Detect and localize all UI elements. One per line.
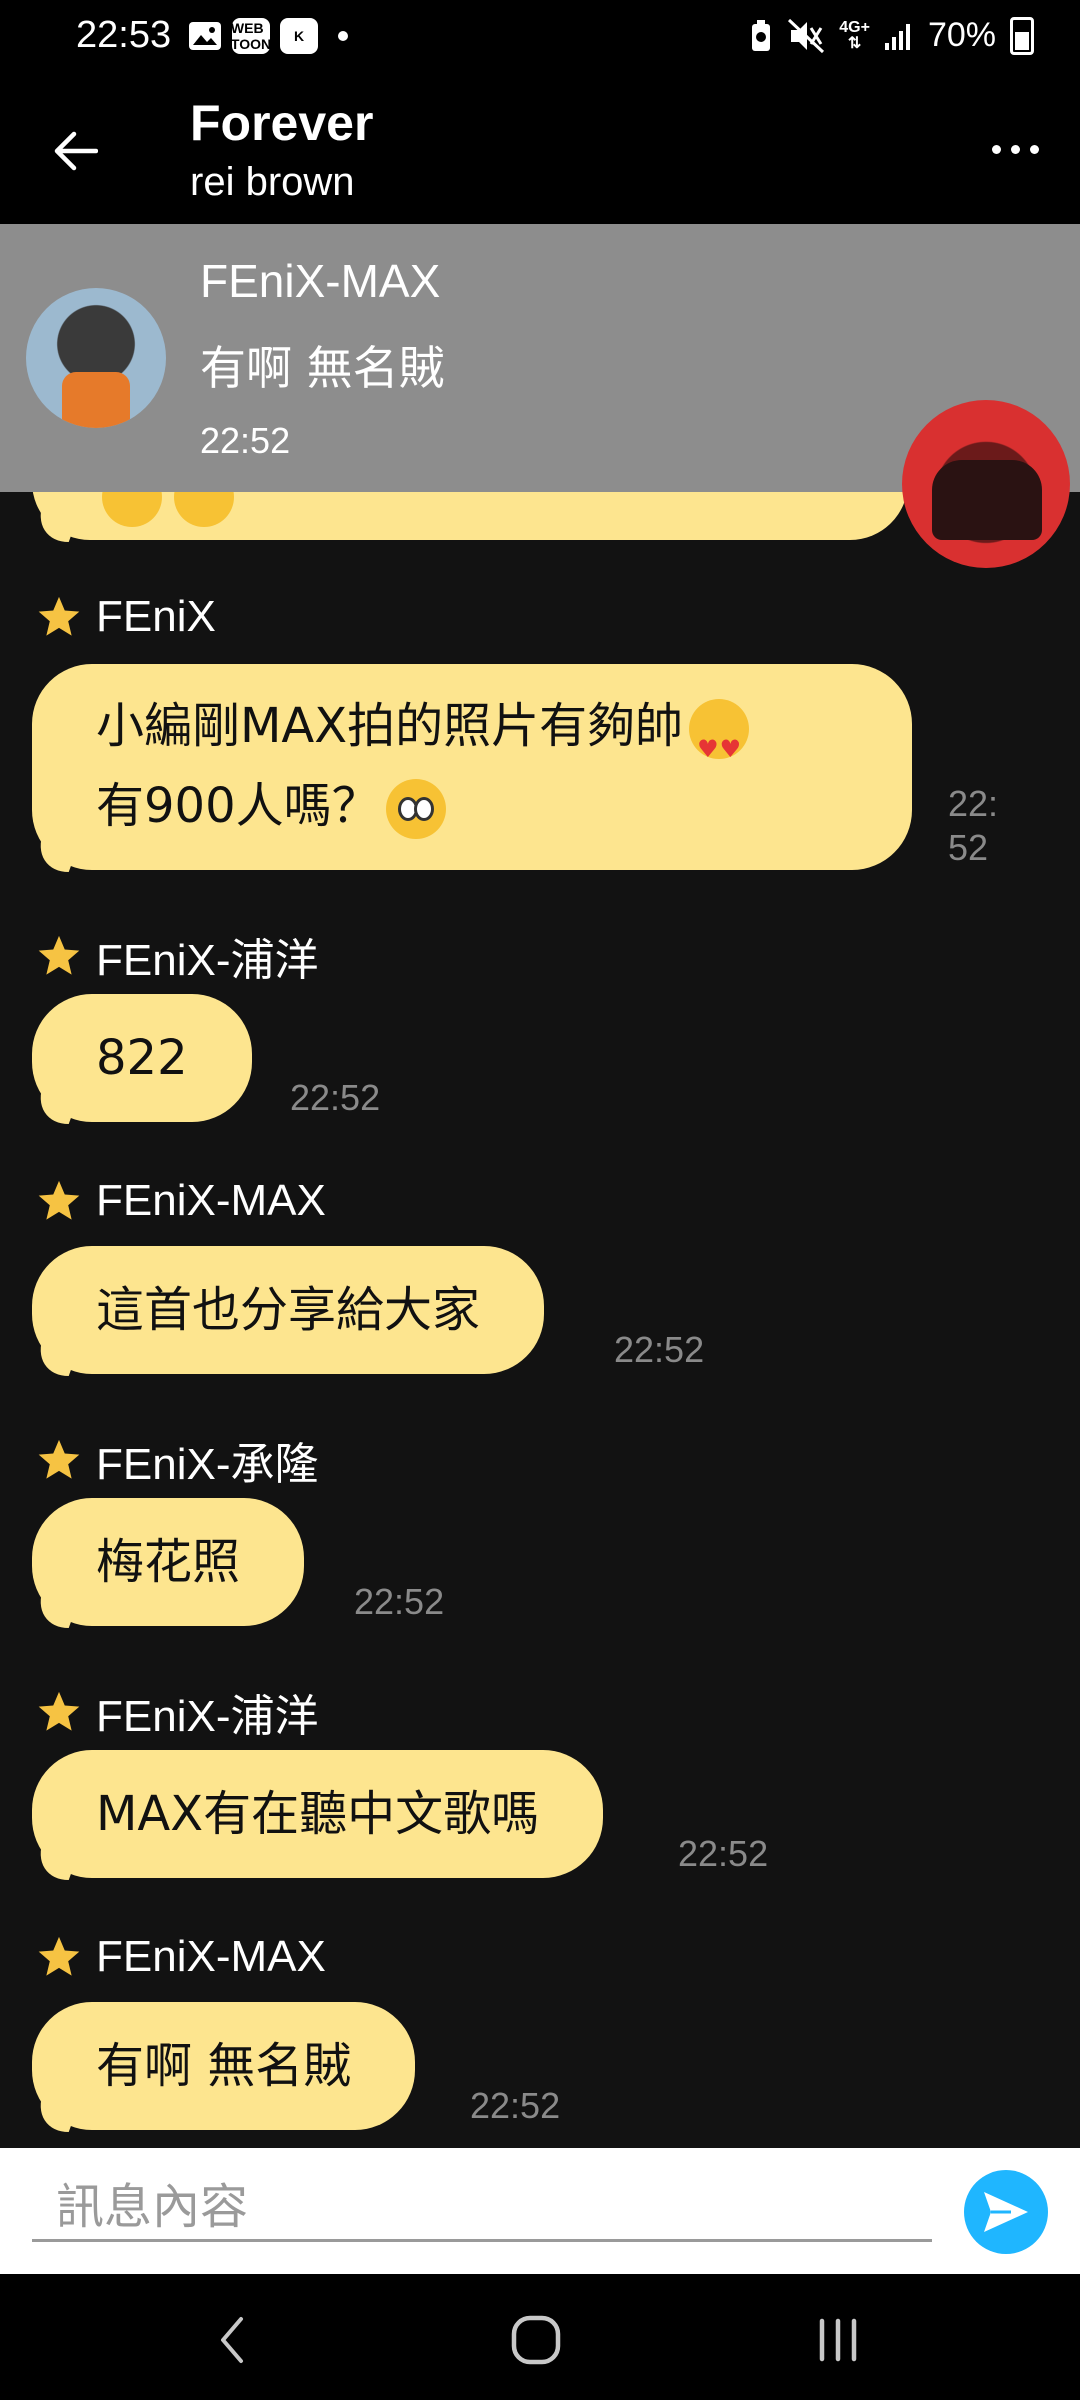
signal-icon (884, 23, 910, 50)
message-sender: FEniX-浦洋 (36, 924, 318, 988)
message-time: 22:52 (354, 1581, 445, 1622)
network-label: 4G+ (839, 18, 870, 36)
message-text: 有900人嗎？ (96, 778, 380, 834)
message-text: 有啊 無名賊 (96, 2038, 352, 2094)
message-bubble[interactable]: 小編剛MAX拍的照片有夠帥 有900人嗎？ (32, 664, 912, 870)
webtoon-icon: WEB TOON (230, 18, 272, 54)
star-icon (38, 935, 80, 975)
message-bubble[interactable]: 梅花照 (32, 1498, 305, 1626)
send-button[interactable] (964, 2170, 1048, 2254)
time-line: 52 (948, 827, 989, 868)
send-icon (984, 2192, 1028, 2232)
k-icon: K (280, 18, 318, 54)
battery-icon (1010, 16, 1034, 55)
chevron-left-icon (221, 2317, 243, 2363)
message-input[interactable] (32, 2174, 932, 2242)
status-system-icons: 4G+ ⇅ 70% (749, 16, 1034, 55)
message-sender: FEniX-MAX (36, 1176, 326, 1226)
dot-icon (1010, 144, 1020, 154)
message-bubble[interactable]: 822 (32, 994, 252, 1122)
pleading-face-emoji-icon (385, 779, 446, 839)
message-text: 822 (96, 1030, 188, 1086)
message-sender: FEniX (36, 592, 216, 642)
battery-saver-icon (752, 19, 771, 51)
sender-name: FEniX-浦洋 (96, 1692, 319, 1741)
arrow-left-icon (54, 131, 98, 171)
star-icon (38, 1439, 80, 1479)
gallery-icon (189, 22, 221, 50)
chat-subtitle: rei brown (190, 160, 355, 204)
star-icon (38, 596, 80, 636)
notification-time: 22:52 (200, 420, 291, 461)
message-text-line: 小編剛MAX拍的照片有夠帥 (96, 686, 848, 789)
status-notification-icons: WEB TOON K (188, 18, 348, 54)
chat-title: Forever (190, 95, 374, 151)
notification-sender: FEniX-MAX (200, 255, 441, 307)
battery-percent: 70% (927, 16, 996, 54)
back-button[interactable] (40, 116, 110, 186)
system-nav-bar (0, 2274, 1080, 2400)
message-text: 梅花照 (96, 1534, 241, 1590)
message-time: 22: 52 (948, 782, 998, 870)
nav-back-button[interactable] (192, 2300, 272, 2380)
star-icon (38, 1691, 80, 1731)
floating-chat-head[interactable] (902, 400, 1070, 568)
sender-name: FEniX-承隆 (96, 1440, 319, 1489)
dot-icon (991, 144, 1001, 154)
message-time: 22:52 (614, 1329, 705, 1370)
message-time: 22:52 (290, 1077, 381, 1118)
message-bubble[interactable]: MAX有在聽中文歌嗎 (32, 1750, 604, 1878)
message-sender: FEniX-MAX (36, 1932, 326, 1982)
star-icon (38, 1936, 80, 1976)
heart-eyes-emoji-icon (689, 699, 750, 789)
chat-header: Forever rei brown (0, 76, 1080, 224)
nav-recents-button[interactable] (798, 2300, 878, 2380)
more-notifications-dot (338, 31, 348, 41)
message-sender: FEniX-承隆 (36, 1428, 318, 1492)
message-sender: FEniX-浦洋 (36, 1680, 318, 1744)
sender-avatar (26, 288, 166, 428)
status-time: 22:53 (76, 14, 172, 56)
message-bubble[interactable]: 這首也分享給大家 (32, 1246, 545, 1374)
message-input-bar (0, 2148, 1080, 2274)
home-icon (511, 2315, 561, 2365)
message-text: MAX有在聽中文歌嗎 (96, 1786, 540, 1842)
more-options-button[interactable] (980, 124, 1050, 174)
notification-message: 有啊 無名賊 (200, 341, 445, 395)
sender-name: FEniX (96, 592, 216, 641)
message-text: 小編剛MAX拍的照片有夠帥 (96, 698, 684, 754)
message-bubble[interactable]: 有啊 無名賊 (32, 2002, 416, 2130)
nav-home-button[interactable] (496, 2300, 576, 2380)
recents-icon (819, 2318, 857, 2362)
message-time: 22:52 (678, 1833, 769, 1874)
sender-name: FEniX-MAX (96, 1932, 326, 1981)
mute-icon (788, 18, 825, 53)
network-type: 4G+ ⇅ (839, 18, 870, 52)
message-text: 這首也分享給大家 (96, 1282, 481, 1338)
time-line: 22: (948, 783, 999, 824)
message-time: 22:52 (470, 2085, 561, 2126)
sender-name: FEniX-MAX (96, 1176, 326, 1225)
star-icon (38, 1180, 80, 1220)
dot-icon (1029, 144, 1039, 154)
sender-name: FEniX-浦洋 (96, 936, 319, 985)
status-bar: 22:53 WEB TOON K 4G+ ⇅ 70% (0, 0, 1080, 76)
